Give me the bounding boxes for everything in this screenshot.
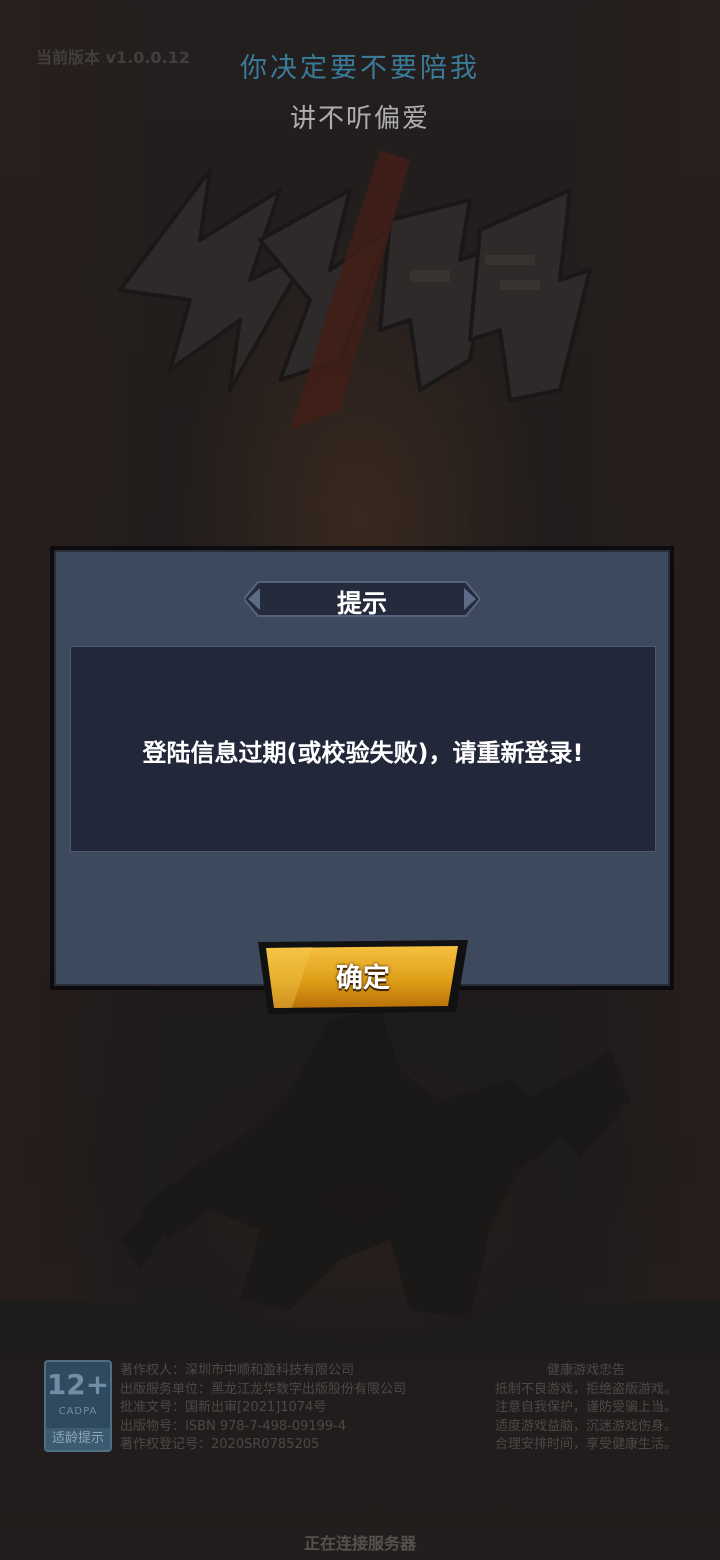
copyright-line: 出版物号：ISBN 978-7-498-09199-4: [120, 1418, 347, 1434]
health-advice-line: 适度游戏益脑，沉迷游戏伤身。: [494, 1418, 677, 1434]
copyright-info: 著作权人：深圳市中顺和盈科技有限公司 出版服务单位：黑龙江龙华数字出版股份有限公…: [120, 1362, 440, 1455]
health-advice-line: 抵制不良游戏，拒绝盗版游戏。: [494, 1381, 677, 1397]
game-login-screen: 当前版本 v1.0.0.12 你决定要不要陪我 讲不听偏爱 提示 登陆信息过期(…: [0, 0, 720, 1560]
health-advice-line: 合理安排时间，享受健康生活。: [494, 1437, 677, 1452]
age-rating-badge: 12+ CADPA 适龄提示: [44, 1360, 112, 1452]
health-advice-line: 注意自我保护，谨防受骗上当。: [494, 1400, 677, 1415]
dialog-message-box: 登陆信息过期(或校验失败)，请重新登录!: [70, 646, 656, 852]
age-rating-value: 12+: [46, 1368, 110, 1401]
connection-status: 正在连接服务器: [303, 1534, 416, 1553]
age-rating-org: CADPA: [58, 1406, 98, 1417]
dialog-title: 提示: [336, 589, 387, 618]
confirm-button-label: 确定: [336, 963, 390, 994]
dialog-message: 登陆信息过期(或校验失败)，请重新登录!: [142, 739, 584, 767]
copyright-line: 批准文号：国新出审[2021]1074号: [120, 1400, 327, 1415]
health-advice: 健康游戏忠告 抵制不良游戏，拒绝盗版游戏。 注意自我保护，谨防受骗上当。 适度游…: [486, 1362, 686, 1455]
copyright-line: 著作权人：深圳市中顺和盈科技有限公司: [120, 1363, 355, 1378]
health-advice-title: 健康游戏忠告: [546, 1363, 625, 1378]
copyright-line: 著作权登记号：2020SR0785205: [120, 1437, 320, 1452]
copyright-line: 出版服务单位：黑龙江龙华数字出版股份有限公司: [120, 1381, 407, 1397]
confirm-button[interactable]: 确定: [252, 936, 474, 1018]
alert-dialog: 提示 登陆信息过期(或校验失败)，请重新登录! 确定: [50, 546, 674, 1014]
age-tip-label: 适龄提示: [46, 1428, 110, 1450]
